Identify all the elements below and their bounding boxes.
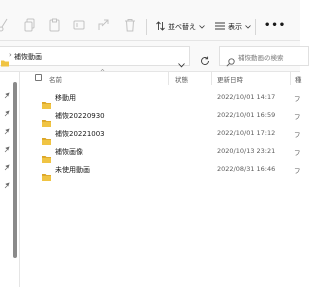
list-item[interactable]: 未使用動画 2022/08/31 16:46 フ	[21, 161, 301, 181]
chevron-down-icon[interactable]	[178, 53, 185, 72]
pin-icon	[4, 174, 10, 189]
address-bar: › 補恢動画 補恢動画の検索	[0, 41, 309, 71]
chevron-down-icon	[199, 23, 205, 31]
breadcrumb-current[interactable]: 補恢動画	[14, 52, 42, 62]
sort-button[interactable]: 並べ替え	[156, 20, 205, 34]
folder-icon	[1, 52, 9, 71]
chevron-down-icon	[245, 23, 251, 31]
file-type: フ	[294, 167, 301, 175]
divider	[0, 71, 300, 72]
sort-ascending-icon: ^	[100, 69, 106, 76]
column-header-type[interactable]: 種	[295, 74, 302, 84]
sort-label: 並べ替え	[168, 23, 196, 31]
paste-icon[interactable]	[49, 18, 61, 32]
toolbar-divider	[146, 19, 147, 35]
search-input[interactable]: 補恢動画の検索	[219, 46, 309, 67]
column-divider[interactable]	[168, 71, 169, 85]
file-date: 2020/10/13 23:21	[217, 147, 276, 155]
pin-icon	[4, 84, 10, 99]
list-item[interactable]: 補恢20221003 2022/10/01 17:12 フ	[21, 125, 301, 145]
copy-icon[interactable]	[24, 18, 36, 32]
column-header-status[interactable]: 状態	[175, 74, 188, 84]
file-date: 2022/10/01 16:59	[217, 111, 276, 119]
view-label: 表示	[228, 23, 242, 31]
folder-icon	[42, 148, 51, 163]
select-all-checkbox[interactable]	[35, 74, 42, 81]
folder-icon	[42, 166, 51, 181]
folder-icon	[42, 94, 51, 109]
address-field[interactable]: › 補恢動画	[0, 46, 190, 68]
cut-icon[interactable]	[0, 18, 10, 32]
breadcrumb-chevron-icon: ›	[9, 51, 12, 59]
file-name[interactable]: 未使用動画	[55, 165, 90, 175]
folder-icon	[42, 130, 51, 145]
navigation-pane[interactable]	[0, 72, 20, 287]
share-icon[interactable]	[98, 18, 110, 32]
toolbar-divider	[255, 19, 256, 35]
view-button[interactable]: 表示	[215, 20, 251, 34]
pin-icon	[4, 120, 10, 135]
more-options-button[interactable]: •••	[264, 21, 286, 31]
column-header-name[interactable]: 名前	[49, 74, 62, 84]
sort-icon	[156, 21, 165, 33]
file-name[interactable]: 補恢20220930	[55, 111, 105, 121]
list-item[interactable]: 補恢画像 2020/10/13 23:21 フ	[21, 143, 301, 163]
file-date: 2022/08/31 16:46	[217, 165, 276, 173]
file-type: フ	[294, 149, 301, 157]
pin-icon	[4, 102, 10, 117]
file-type: フ	[294, 95, 301, 103]
view-icon	[215, 22, 225, 32]
file-name[interactable]: 補恢20221003	[55, 129, 105, 139]
file-name[interactable]: 補恢画像	[55, 147, 83, 157]
column-divider[interactable]	[211, 71, 212, 85]
file-date: 2022/10/01 14:17	[217, 93, 276, 101]
delete-icon[interactable]	[124, 18, 136, 32]
list-item[interactable]: 移動用 2022/10/01 14:17 フ	[21, 89, 301, 109]
list-item[interactable]: 補恢20220930 2022/10/01 16:59 フ	[21, 107, 301, 127]
pin-icon	[4, 156, 10, 171]
file-date: 2022/10/01 17:12	[217, 129, 276, 137]
rename-icon[interactable]	[73, 18, 85, 32]
folder-icon	[42, 112, 51, 127]
file-type: フ	[294, 131, 301, 139]
file-type: フ	[294, 113, 301, 121]
refresh-icon[interactable]	[200, 51, 210, 70]
file-name[interactable]: 移動用	[55, 93, 76, 103]
scrollbar-thumb[interactable]	[13, 82, 17, 258]
pin-icon	[4, 138, 10, 153]
command-bar: 並べ替え 表示 •••	[0, 0, 300, 40]
search-icon	[226, 52, 235, 71]
search-placeholder: 補恢動画の検索	[238, 54, 284, 62]
column-header-date[interactable]: 更新日時	[217, 74, 243, 84]
column-divider[interactable]	[290, 71, 291, 85]
